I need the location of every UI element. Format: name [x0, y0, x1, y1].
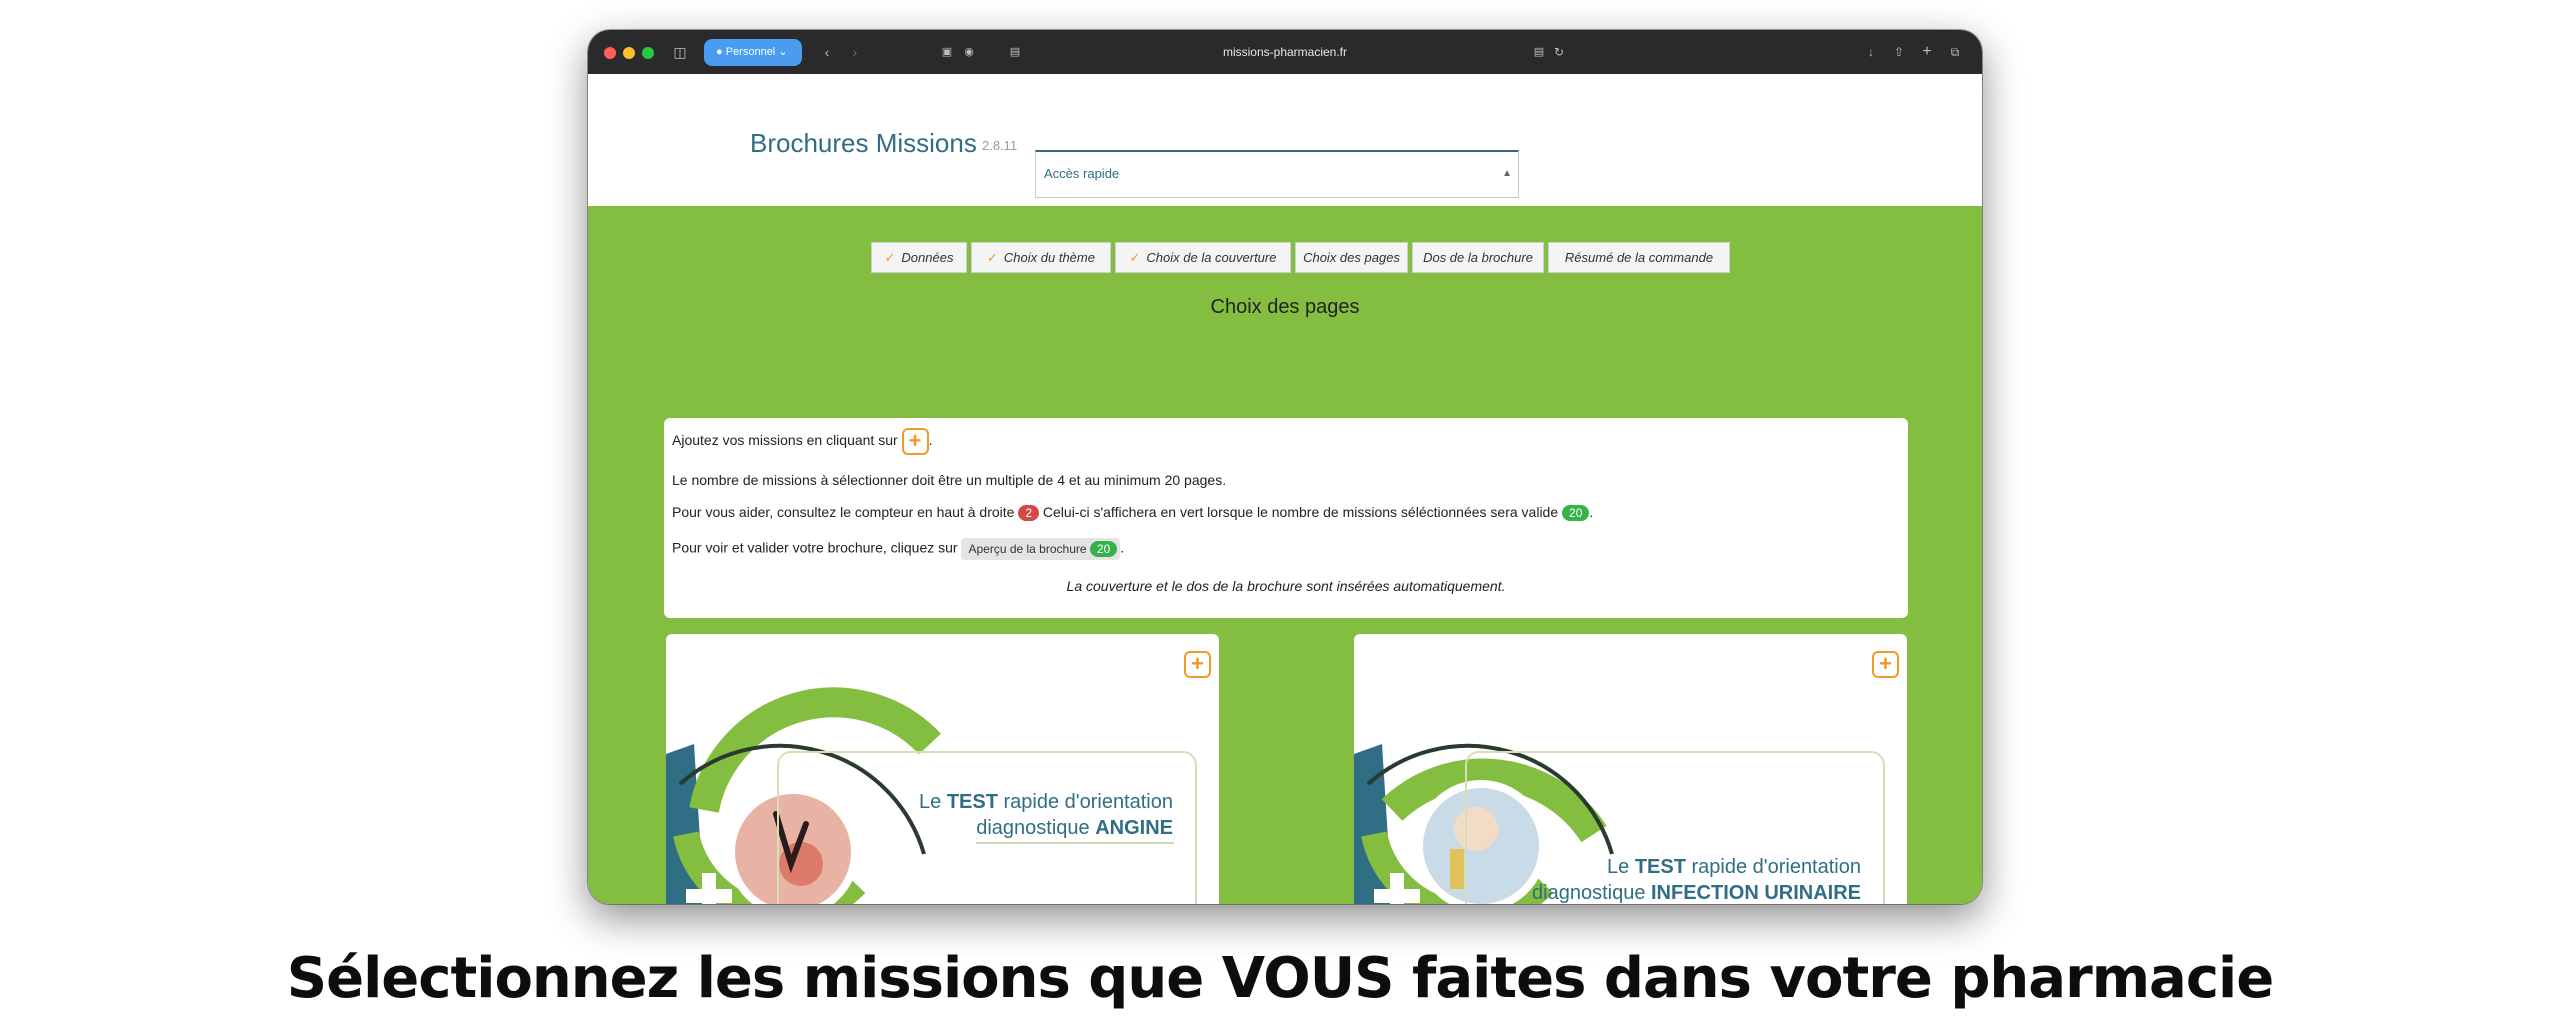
instructions-panel: Ajoutez vos missions en cliquant sur +. … — [664, 418, 1908, 618]
mission-caption: Le TEST rapide d'orientation diagnostiqu… — [1532, 856, 1861, 904]
instruction-add: Ajoutez vos missions en cliquant sur +. — [672, 428, 933, 455]
quick-access-value: Accès rapide — [1044, 166, 1120, 181]
cover-note: La couverture et le dos de la brochure s… — [1066, 578, 1506, 594]
step-donnees[interactable]: ✓ Données — [871, 242, 967, 273]
section-title: Choix des pages — [1210, 296, 1360, 318]
slogan: Sélectionnez les missions que VOUS faite… — [286, 946, 2274, 1011]
counter-badge-red: 2 — [1018, 505, 1040, 521]
mission-card-infection-urinaire: + Le TEST rapide d'orientation diagnosti… — [1354, 634, 1907, 904]
caption-underline — [976, 842, 1174, 844]
browser-titlebar: ◫ ● Personnel ⌄ ‹ › ▣ ◉ ▤ missions-pharm… — [588, 30, 1982, 74]
app-title: Brochures Missions — [750, 128, 977, 158]
step-resume-commande[interactable]: Résumé de la commande — [1548, 242, 1730, 273]
app-version: 2.8.11 — [982, 138, 1018, 153]
plus-icon: + — [901, 428, 929, 455]
browser-window: ◫ ● Personnel ⌄ ‹ › ▣ ◉ ▤ missions-pharm… — [588, 30, 1982, 904]
photo-tube — [1450, 849, 1464, 889]
share-icon[interactable]: ⇧ — [1890, 42, 1908, 62]
content-area: ✓ Données ✓ Choix du thème ✓ Choix de la co… — [588, 206, 1982, 904]
check-icon: ✓ — [987, 250, 998, 265]
check-icon: ✓ — [1129, 250, 1141, 265]
counter-badge-green: 20 — [1562, 505, 1590, 521]
step-choix-theme[interactable]: ✓ Choix du thème — [971, 242, 1111, 273]
new-tab-icon[interactable]: + — [1918, 42, 1936, 62]
download-icon[interactable]: ↓ — [1862, 42, 1880, 62]
instruction-counter: Pour vous aider, consultez le compteur e… — [672, 504, 1594, 521]
step-choix-pages[interactable]: Choix des pages — [1295, 242, 1408, 273]
tab-overview-icon[interactable]: ⧉ — [1946, 42, 1964, 62]
step-tabs: ✓ Données ✓ Choix du thème ✓ Choix de la co… — [588, 242, 1982, 274]
mission-caption: Le TEST rapide d'orientation diagnostiqu… — [919, 791, 1173, 839]
translate-icon[interactable]: ▤ — [1530, 42, 1548, 62]
check-icon: ✓ — [884, 250, 896, 265]
instruction-multiple: Le nombre de missions à sélectionner doi… — [672, 472, 1227, 488]
quick-access-select[interactable]: Accès rapide ▲▼ — [1035, 150, 1519, 223]
address-bar[interactable]: missions-pharmacien.fr — [588, 42, 1982, 62]
step-choix-couverture[interactable]: ✓ Choix de la couverture — [1115, 242, 1291, 273]
instruction-preview: Pour voir et valider votre brochure, cli… — [672, 538, 1124, 560]
apercu-brochure-button: Aperçu de la brochure 20 — [961, 538, 1121, 560]
reload-icon[interactable]: ↻ — [1550, 42, 1568, 62]
step-dos-brochure[interactable]: Dos de la brochure — [1412, 242, 1544, 273]
apercu-count-badge: 20 — [1089, 541, 1118, 557]
mission-card-angine: + Le TEST rapide d'orientation diagnosti… — [666, 634, 1219, 904]
